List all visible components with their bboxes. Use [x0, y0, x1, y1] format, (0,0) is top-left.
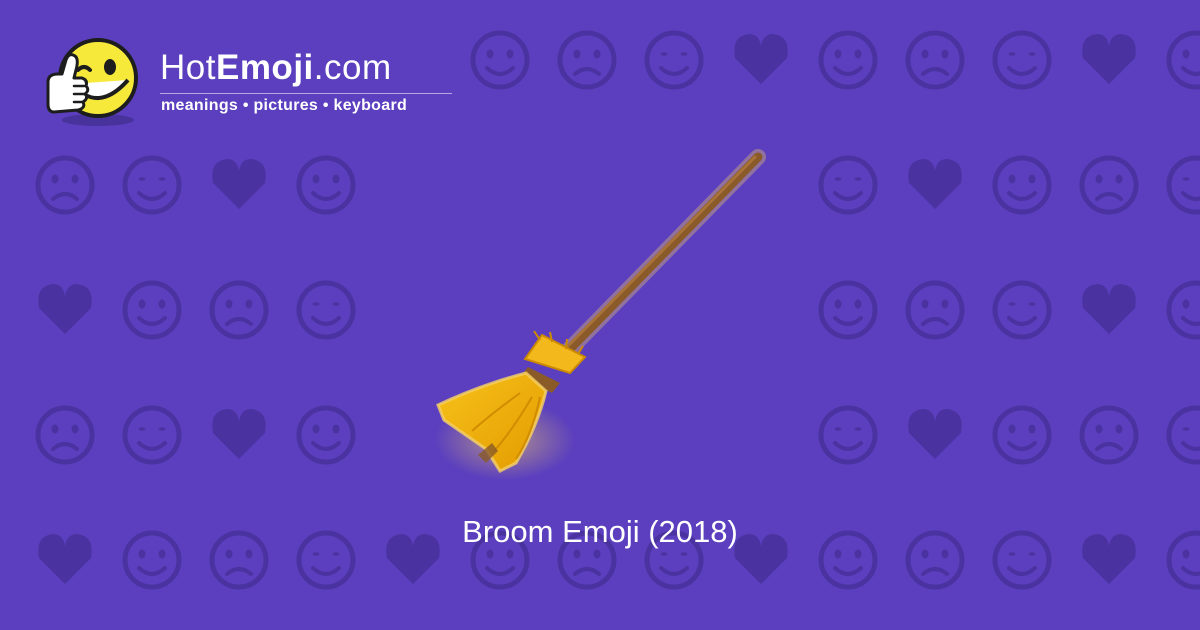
victory-hand-icon [1166, 405, 1200, 465]
smiling-face-icon [644, 30, 704, 90]
confused-face-icon [908, 159, 962, 209]
waving-hand-icon [1082, 284, 1136, 334]
heart-with-arrow-icon [38, 284, 92, 334]
raising-hands-icon [122, 155, 182, 215]
logo-divider [160, 93, 452, 94]
site-tagline: meanings • pictures • keyboard [161, 97, 408, 114]
raising-hands-icon [908, 409, 962, 459]
left-arrow-icon [296, 280, 356, 340]
site-name-suffix: .com [313, 48, 392, 87]
smiling-imp-icon [122, 280, 182, 340]
broken-heart-icon [818, 155, 878, 215]
see-no-evil-monkey-icon [1079, 405, 1139, 465]
camera-icon [1166, 280, 1200, 340]
smiling-face-icon [212, 409, 266, 459]
site-name-bold: Emoji [215, 48, 314, 87]
neutral-face-icon [905, 30, 965, 90]
smirking-face-icon [1082, 34, 1136, 84]
flexed-biceps-icon [818, 280, 878, 340]
ok-hand-icon [818, 30, 878, 90]
two-hearts-icon [557, 30, 617, 90]
recycling-symbol-icon [818, 405, 878, 465]
frowning-face-icon [1079, 155, 1139, 215]
winking-tongue-face-icon [992, 155, 1052, 215]
weary-face-icon [296, 405, 356, 465]
thumbs-up-winking-smiley-icon [46, 38, 138, 126]
site-logo[interactable]: HotEmoji.com meanings • pictures • keybo… [38, 34, 478, 134]
kissing-face-icon [470, 30, 530, 90]
relieved-face-icon [1166, 30, 1200, 90]
broom-emoji-icon [435, 149, 766, 480]
site-name: HotEmoji.com [160, 48, 392, 88]
heart-eyes-cat-icon [992, 280, 1052, 340]
two-hearts-icon [122, 405, 182, 465]
kissing-face-icon [35, 405, 95, 465]
eyes-icon [992, 30, 1052, 90]
site-name-prefix: Hot [160, 48, 216, 87]
recycling-symbol-icon [35, 155, 95, 215]
raised-hand-icon [1166, 155, 1200, 215]
emoji-caption: Broom Emoji (2018) [462, 514, 738, 549]
musical-notes-icon [992, 405, 1052, 465]
weary-face-icon [734, 34, 788, 84]
check-mark-icon [905, 280, 965, 340]
angry-face-icon [209, 280, 269, 340]
see-no-evil-monkey-icon [296, 155, 356, 215]
musical-notes-icon [212, 159, 266, 209]
